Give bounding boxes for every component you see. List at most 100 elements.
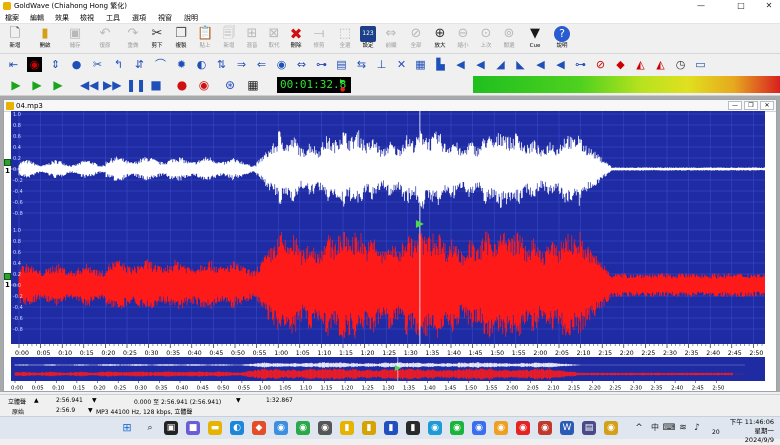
app-icon-2[interactable]: ◉ — [296, 421, 310, 435]
paste-new-button[interactable]: 🗐 新增 — [218, 26, 240, 52]
trim-button[interactable]: ⟞ 修剪 — [308, 26, 330, 52]
offset-icon[interactable]: ⇐ — [254, 57, 269, 72]
redo-button[interactable]: ↷ 重做 — [122, 26, 144, 52]
dynamics-icon[interactable]: ✂ — [90, 57, 105, 72]
pop-click-icon[interactable]: ◆ — [613, 57, 628, 72]
open-button[interactable]: ▮ 開啟 — [34, 26, 56, 52]
cue-button[interactable]: ▼ Cue — [524, 26, 546, 52]
close-window-button[interactable]: ✕ — [758, 0, 780, 12]
app-icon-12[interactable]: ▤ — [582, 421, 596, 435]
time-ruler[interactable]: 0:00 0:05 0:10 0:15 0:20 0:25 0:30 0:35 0:40 0:45… — [11, 344, 765, 357]
compress-icon[interactable]: ⇕ — [48, 57, 63, 72]
invert-icon[interactable]: ⇅ — [214, 57, 229, 72]
reverb-icon[interactable]: ▤ — [334, 57, 349, 72]
edge-icon[interactable]: ◐ — [230, 421, 244, 435]
copy-button[interactable]: ❐ 複製 — [170, 26, 192, 52]
pitch-icon[interactable]: ⇔ — [294, 57, 309, 72]
save-button[interactable]: ▣ 儲存 — [64, 26, 86, 52]
left-channel-enable-checkbox[interactable] — [4, 159, 11, 166]
shape-volume-icon[interactable]: ◀ — [553, 57, 568, 72]
rewind-icon[interactable]: ◀◀ — [80, 77, 98, 93]
set-selection-button[interactable]: 123 設定 — [357, 26, 379, 52]
right-channel-enable-checkbox[interactable] — [4, 273, 11, 280]
app-icon-7[interactable]: ▮ — [406, 421, 420, 435]
menu-options[interactable]: 選項 — [132, 12, 146, 24]
cut-button[interactable]: ✂ 剪下 — [146, 26, 168, 52]
status-dropdown-icon[interactable]: ▲ — [34, 397, 39, 404]
fade-out-icon[interactable]: ◣ — [513, 57, 528, 72]
equalizer-icon[interactable]: ⇵ — [132, 57, 147, 72]
spectrum-filter-icon[interactable]: ◭ — [633, 57, 648, 72]
volume-icon[interactable]: ✕ — [394, 57, 409, 72]
fast-forward-icon[interactable]: ▶▶ — [103, 77, 121, 93]
speaker-icon[interactable]: ♪ — [690, 421, 704, 435]
menu-edit[interactable]: 編輯 — [30, 12, 44, 24]
store-icon[interactable]: ◆ — [252, 421, 266, 435]
zoom-all-button[interactable]: ⊘ 全部 — [405, 26, 427, 52]
maximize-button[interactable]: □ — [730, 0, 752, 12]
clip-icon[interactable]: ⊘ — [593, 57, 608, 72]
change-volume-icon[interactable]: ◀ — [473, 57, 488, 72]
echo-icon[interactable]: ↰ — [111, 57, 126, 72]
record-monitor-icon[interactable]: ◉ — [27, 57, 42, 72]
file-explorer-icon[interactable]: ▬ — [208, 421, 222, 435]
zoom-selection-button[interactable]: ⊚ 關選 — [498, 26, 520, 52]
status-dropdown-icon[interactable]: ▼ — [236, 397, 241, 404]
system-clock[interactable]: 下午 11:46:06 星期一 2024/9/9 — [728, 418, 774, 445]
wifi-icon[interactable]: ≋ — [676, 421, 690, 435]
cue-points-icon[interactable]: ▭ — [693, 57, 708, 72]
zoom-out-button[interactable]: ⊖ 縮小 — [452, 26, 474, 52]
help-button[interactable]: ? 說明 — [551, 26, 573, 52]
status-dropdown-icon[interactable]: ▼ — [88, 407, 93, 414]
control-properties-icon[interactable]: ▦ — [245, 77, 261, 93]
filter-icon[interactable]: ✹ — [174, 57, 189, 72]
line-icon[interactable]: ◉ — [450, 421, 464, 435]
menu-help[interactable]: 說明 — [184, 12, 198, 24]
interpolate-icon[interactable]: ▙ — [433, 57, 448, 72]
replace-button[interactable]: ⊠ 取代 — [263, 26, 285, 52]
app-icon-8[interactable]: ◉ — [428, 421, 442, 435]
app-icon-1[interactable]: ◉ — [274, 421, 288, 435]
app-icon-5[interactable]: ▮ — [362, 421, 376, 435]
menu-window[interactable]: 視窗 — [158, 12, 172, 24]
play-icon[interactable]: ▶ — [8, 77, 24, 93]
mechanize-icon[interactable]: ⇒ — [234, 57, 249, 72]
noise-reduction-icon[interactable]: ⊶ — [573, 57, 588, 72]
doppler-icon[interactable]: ● — [69, 57, 84, 72]
silence-icon[interactable]: ⊥ — [374, 57, 389, 72]
app-icon-9[interactable]: ◉ — [472, 421, 486, 435]
loop-icon[interactable]: ⊛ — [222, 77, 238, 93]
document-minimize-button[interactable]: — — [728, 101, 742, 110]
keyboard-icon[interactable]: ⌨ — [662, 421, 676, 435]
stop-icon[interactable]: ■ — [148, 77, 164, 93]
match-volume-icon[interactable]: ◀ — [453, 57, 468, 72]
pan-icon[interactable]: ◉ — [274, 57, 289, 72]
mix-button[interactable]: ⊞ 混音 — [241, 26, 263, 52]
task-view-icon[interactable]: ▣ — [164, 421, 178, 435]
fade-in-icon[interactable]: ◢ — [493, 57, 508, 72]
tray-chevron-icon[interactable]: ^ — [632, 421, 646, 435]
document-restore-button[interactable]: ❐ — [744, 101, 758, 110]
fade-icon[interactable]: ⌒ — [153, 57, 168, 72]
notification-count[interactable]: 20 — [712, 429, 720, 436]
paste-button[interactable]: 📋 貼上 — [194, 26, 216, 52]
menu-file[interactable]: 檔案 — [5, 12, 19, 24]
pause-icon[interactable]: ❚❚ — [126, 77, 146, 93]
word-icon[interactable]: W — [560, 421, 574, 435]
start-windows-icon[interactable]: ⊞ — [120, 421, 134, 435]
zoom-in-button[interactable]: ⊕ 放大 — [429, 26, 451, 52]
delete-button[interactable]: ✖ 刪除 — [285, 26, 307, 52]
app-icon-4[interactable]: ▮ — [340, 421, 354, 435]
document-close-button[interactable]: ✕ — [760, 101, 774, 110]
menu-effects[interactable]: 效果 — [55, 12, 69, 24]
menu-view[interactable]: 檢視 — [80, 12, 94, 24]
minimize-button[interactable]: — — [690, 0, 712, 12]
chrome-icon[interactable]: ◉ — [494, 421, 508, 435]
app-icon-6[interactable]: ▮ — [384, 421, 398, 435]
status-dropdown-icon[interactable]: ▼ — [92, 397, 97, 404]
input-language-indicator[interactable]: 中 — [648, 421, 662, 435]
app-icon-10[interactable]: ◉ — [516, 421, 530, 435]
record-icon[interactable]: ● — [174, 77, 190, 93]
undo-button[interactable]: ↶ 復原 — [94, 26, 116, 52]
playback-rate-icon[interactable]: ▦ — [413, 57, 428, 72]
